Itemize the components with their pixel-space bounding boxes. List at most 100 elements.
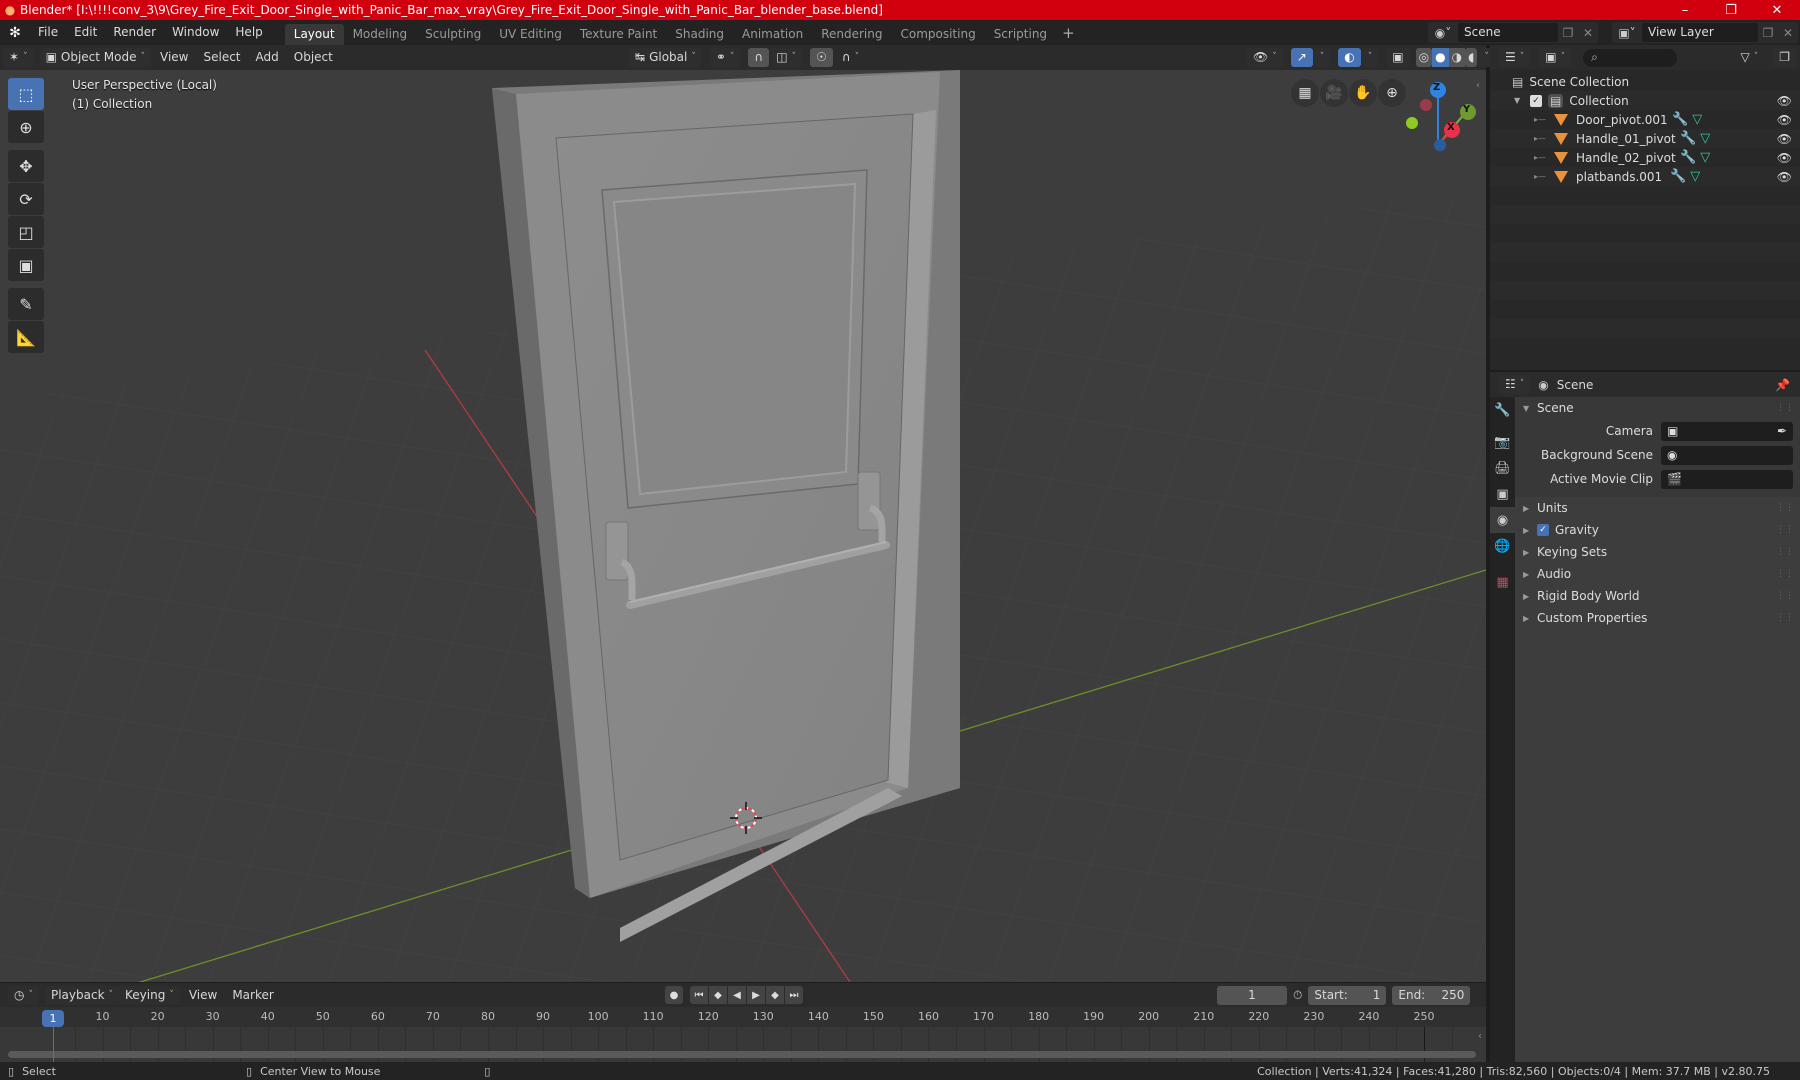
menu-select[interactable]: Select (197, 48, 246, 67)
transform-orientation-selector[interactable]: ↹ Global ˅ (629, 48, 702, 67)
custom-properties-panel-header[interactable]: ▶ Custom Properties ⋮⋮ (1515, 607, 1800, 629)
gizmo-options[interactable]: ˅ (1313, 48, 1331, 67)
menu-file[interactable]: File (30, 20, 66, 45)
stopwatch-icon[interactable]: ⏱ (1293, 988, 1302, 1003)
menu-object[interactable]: Object (288, 48, 339, 67)
end-frame-field[interactable]: End: 250 (1392, 985, 1471, 1005)
menu-add[interactable]: Add (250, 48, 285, 67)
zoom-view-button[interactable]: ⊕ (1378, 79, 1406, 107)
3d-viewport[interactable]: Z Y X User Perspective (Local) (1) Colle… (0, 70, 1486, 982)
current-frame-field[interactable]: 1 (1217, 985, 1287, 1005)
falloff-selector[interactable]: ∩ ˅ (836, 48, 865, 67)
tab-texture[interactable]: ▦ (1490, 569, 1515, 595)
camera-view-button[interactable]: 🎥 (1320, 79, 1348, 107)
scene-selector[interactable]: ◉˅ Scene ❐ ✕ (1428, 22, 1598, 43)
close-button[interactable]: ✕ (1754, 3, 1800, 18)
modifier-wrench-icon[interactable]: 🔧 (1672, 112, 1688, 127)
drag-grip-icon[interactable]: ⋮⋮ (1776, 403, 1794, 413)
drag-grip-icon[interactable]: ⋮⋮ (1776, 613, 1794, 623)
xray-toggle[interactable]: ▣ (1386, 48, 1410, 67)
new-scene-icon[interactable]: ❐ (1558, 26, 1578, 40)
delete-view-layer-icon[interactable]: ✕ (1778, 26, 1798, 40)
eyedropper-icon[interactable]: ✒ (1777, 424, 1787, 438)
overlays-options[interactable]: ˅ (1361, 48, 1379, 67)
outliner-object-row[interactable]: ▸— Handle_01_pivot 🔧 ▽ 👁 (1490, 129, 1800, 148)
visibility-eye-icon[interactable]: 👁 (1777, 94, 1792, 108)
prev-keyframe-button[interactable]: ◆ (709, 986, 727, 1004)
timeline-view-menu[interactable]: View (183, 986, 223, 1005)
workspace-tab-uv-editing[interactable]: UV Editing (490, 24, 571, 45)
minimize-button[interactable]: – (1662, 3, 1708, 18)
tab-tool[interactable]: 🔧 (1490, 397, 1515, 423)
background-scene-field[interactable]: ◉ (1661, 445, 1793, 465)
modifier-wrench-icon[interactable]: 🔧 (1680, 150, 1696, 165)
drag-grip-icon[interactable]: ⋮⋮ (1776, 503, 1794, 513)
outliner-scene-collection[interactable]: ▤ Scene Collection (1490, 72, 1800, 91)
tab-output[interactable]: 🖨 (1490, 455, 1515, 481)
tab-render[interactable]: 📷 (1490, 429, 1515, 455)
gravity-checkbox[interactable]: ✓ (1537, 524, 1549, 536)
pivot-point-selector[interactable]: ⚭ ˅ (709, 48, 741, 67)
active-movie-clip-field[interactable]: 🎬 (1661, 469, 1793, 489)
select-box-tool[interactable]: ⬚ (8, 78, 44, 110)
blender-menu-icon[interactable]: ✻ (0, 25, 30, 41)
rotate-tool[interactable]: ⟳ (8, 183, 44, 215)
workspace-tab-texture-paint[interactable]: Texture Paint (571, 24, 666, 45)
playback-menu[interactable]: Playback ˅ (44, 985, 120, 1005)
gizmo-toggle[interactable]: ↗ (1290, 48, 1313, 67)
drag-grip-icon[interactable]: ⋮⋮ (1776, 547, 1794, 557)
expand-arrow-icon[interactable]: ▸— (1534, 153, 1554, 162)
expand-arrow-icon[interactable]: ▸— (1534, 134, 1554, 143)
transform-tool[interactable]: ▣ (8, 249, 44, 281)
mesh-data-icon[interactable]: ▽ (1700, 131, 1710, 146)
properties-editor-type[interactable]: ☷ ˅ (1499, 375, 1531, 394)
expand-arrow-icon[interactable]: ▸— (1534, 172, 1554, 181)
workspace-tab-rendering[interactable]: Rendering (812, 24, 891, 45)
record-button[interactable]: ● (665, 986, 683, 1004)
gravity-panel-header[interactable]: ▶ ✓ Gravity ⋮⋮ (1515, 519, 1800, 541)
keying-sets-panel-header[interactable]: ▶ Keying Sets ⋮⋮ (1515, 541, 1800, 563)
workspace-tab-sculpting[interactable]: Sculpting (416, 24, 490, 45)
play-button[interactable]: ▶ (747, 986, 765, 1004)
pin-icon[interactable]: 📌 (1775, 378, 1790, 392)
camera-field[interactable]: ▣ ✒ (1661, 421, 1793, 441)
visibility-eye-icon[interactable]: 👁 (1777, 113, 1792, 127)
start-frame-field[interactable]: Start: 1 (1308, 985, 1387, 1005)
delete-scene-icon[interactable]: ✕ (1578, 26, 1598, 40)
annotate-tool[interactable]: ✎ (8, 288, 44, 320)
drag-grip-icon[interactable]: ⋮⋮ (1776, 569, 1794, 579)
proportional-edit-toggle[interactable]: ☉ (810, 48, 833, 67)
workspace-tab-shading[interactable]: Shading (666, 24, 733, 45)
editor-type-button[interactable]: ✶ ˅ (3, 48, 34, 67)
selectability-visibility-button[interactable]: 👁 ˅ (1247, 48, 1283, 67)
workspace-tab-animation[interactable]: Animation (733, 24, 812, 45)
workspace-tab-compositing[interactable]: Compositing (891, 24, 984, 45)
menu-help[interactable]: Help (227, 20, 270, 45)
timeline-track-area[interactable] (0, 1027, 1486, 1062)
shading-solid[interactable]: ● (1432, 48, 1449, 67)
playhead-line[interactable] (53, 1027, 54, 1062)
expand-arrow-icon[interactable]: ▼ (1514, 96, 1530, 105)
pan-view-button[interactable]: ✋ (1349, 79, 1377, 107)
outliner-object-row[interactable]: ▸— Door_pivot.001 🔧 ▽ 👁 (1490, 110, 1800, 129)
display-mode-selector[interactable]: ▣ ˅ (1539, 48, 1572, 67)
marker-menu[interactable]: Marker (226, 986, 279, 1005)
sidebar-toggle-icon[interactable]: ‹ (1476, 80, 1480, 91)
toggle-perspective-button[interactable]: ▦ (1291, 79, 1319, 107)
menu-edit[interactable]: Edit (66, 20, 105, 45)
timeline-editor-type[interactable]: ◷ ˅ (8, 985, 39, 1005)
audio-panel-header[interactable]: ▶ Audio ⋮⋮ (1515, 563, 1800, 585)
overlays-toggle[interactable]: ◐ (1338, 48, 1361, 67)
scene-panel-header[interactable]: ▼ Scene ⋮⋮ (1515, 397, 1800, 419)
timeline-ruler[interactable]: 10 20 30 40 50 60 70 80 90 100 110 120 130 140 150 160 1… (0, 1007, 1486, 1027)
sidebar-toggle-icon[interactable]: ‹ (1478, 1031, 1482, 1042)
drag-grip-icon[interactable]: ⋮⋮ (1776, 591, 1794, 601)
shading-wireframe[interactable]: ◎ (1415, 48, 1433, 67)
mesh-data-icon[interactable]: ▽ (1690, 169, 1700, 184)
menu-window[interactable]: Window (164, 20, 227, 45)
outliner-object-row[interactable]: ▸— platbands.001 🔧 ▽ 👁 (1490, 167, 1800, 186)
outliner-search-input[interactable]: ⌕ (1583, 48, 1678, 67)
new-view-layer-icon[interactable]: ❐ (1758, 26, 1778, 40)
modifier-wrench-icon[interactable]: 🔧 (1680, 131, 1696, 146)
units-panel-header[interactable]: ▶ Units ⋮⋮ (1515, 497, 1800, 519)
